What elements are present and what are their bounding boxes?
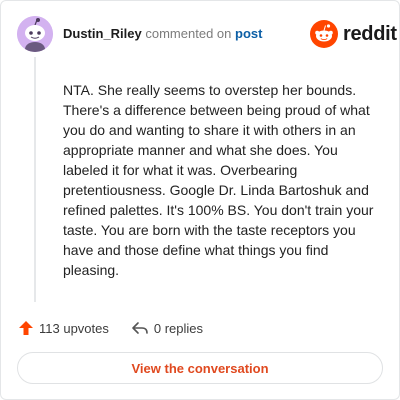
comment-actions: 113 upvotes 0 replies [18, 317, 203, 339]
comment-body: NTA. She really seems to overstep her bo… [63, 82, 374, 278]
embedded-comment-card: Dustin_Riley commented on post reddit NT… [0, 0, 400, 400]
comment-header: Dustin_Riley commented on post [63, 26, 262, 42]
reply-arrow-icon [132, 322, 148, 334]
snoo-avatar-icon [17, 16, 53, 52]
thread-line [34, 57, 36, 302]
commented-on-label: commented on [145, 26, 232, 41]
post-link[interactable]: post [235, 26, 262, 41]
reply-count: 0 replies [153, 320, 204, 336]
avatar[interactable] [17, 16, 53, 52]
reddit-logo[interactable]: reddit [310, 19, 397, 49]
reddit-snoo-icon [310, 20, 338, 48]
upvote-button[interactable]: 113 upvotes [18, 320, 109, 336]
reply-button[interactable]: 0 replies [131, 320, 203, 336]
upvote-count: 113 upvotes [39, 320, 109, 336]
view-conversation-button[interactable]: View the conversation [17, 352, 383, 384]
reddit-wordmark: reddit [343, 22, 397, 45]
username-link[interactable]: Dustin_Riley [63, 26, 142, 41]
upvote-arrow-icon [19, 321, 33, 335]
